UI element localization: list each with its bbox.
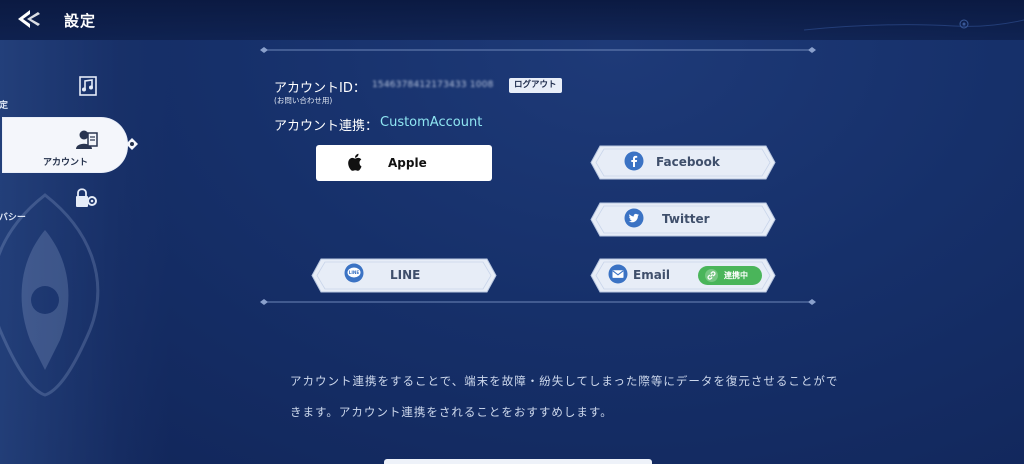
logout-button[interactable]: ログアウト bbox=[509, 78, 562, 93]
twitter-link-button[interactable]: Twitter bbox=[590, 202, 776, 237]
line-icon-text: LINE bbox=[349, 270, 360, 275]
email-label: Email bbox=[633, 268, 671, 282]
account-id-label: アカウントID： bbox=[274, 81, 366, 96]
linked-status-badge: 連携中 bbox=[698, 266, 762, 285]
apple-link-button[interactable]: Apple bbox=[316, 145, 492, 181]
sidebar-item-label: プライバシー bbox=[0, 213, 26, 223]
sidebar-item-privacy[interactable]: プライバシー bbox=[0, 186, 170, 238]
top-divider bbox=[260, 47, 816, 53]
linked-status-text: 連携中 bbox=[724, 271, 748, 280]
account-link-label: アカウント連携： bbox=[274, 119, 379, 134]
line-label: LINE bbox=[390, 268, 421, 282]
line-icon: LINE bbox=[344, 263, 364, 283]
account-link-value: CustomAccount bbox=[380, 115, 483, 130]
lock-gear-icon bbox=[76, 188, 97, 207]
active-indicator-icon bbox=[126, 138, 138, 150]
mail-icon bbox=[608, 264, 628, 284]
inquiry-note: (お問い合わせ用) bbox=[274, 96, 333, 105]
sidebar-item-account[interactable]: アカウント bbox=[3, 118, 127, 172]
twitter-label: Twitter bbox=[662, 212, 710, 226]
apple-icon bbox=[348, 153, 362, 171]
page-title: 設定 bbox=[64, 12, 97, 30]
bottom-divider bbox=[260, 299, 816, 305]
sidebar-item-label: アカウント bbox=[43, 158, 89, 168]
sidebar-item-settings[interactable]: 設定 bbox=[0, 72, 170, 124]
sidebar-item-label: 設定 bbox=[0, 101, 8, 111]
line-link-button[interactable]: LINE LINE bbox=[311, 258, 497, 293]
header-decoration bbox=[803, 19, 1024, 31]
facebook-icon bbox=[624, 151, 644, 171]
facebook-label: Facebook bbox=[656, 155, 720, 169]
bottom-action-button[interactable] bbox=[384, 459, 652, 464]
account-id-value: 1546378412173433 1008 bbox=[372, 80, 494, 90]
music-note-icon bbox=[79, 76, 97, 96]
apple-label: Apple bbox=[388, 156, 427, 170]
back-arrow-icon[interactable] bbox=[16, 8, 42, 30]
account-card-icon bbox=[76, 130, 98, 149]
top-bar: 設定 bbox=[0, 0, 1024, 40]
email-link-button[interactable]: Email 連携中 bbox=[590, 258, 776, 293]
twitter-icon bbox=[624, 208, 644, 228]
link-chain-icon bbox=[705, 269, 718, 282]
account-link-description: アカウント連携をすることで、端末を故障・紛失してしまった際等にデータを復元させる… bbox=[290, 374, 839, 419]
facebook-link-button[interactable]: Facebook bbox=[590, 145, 776, 180]
